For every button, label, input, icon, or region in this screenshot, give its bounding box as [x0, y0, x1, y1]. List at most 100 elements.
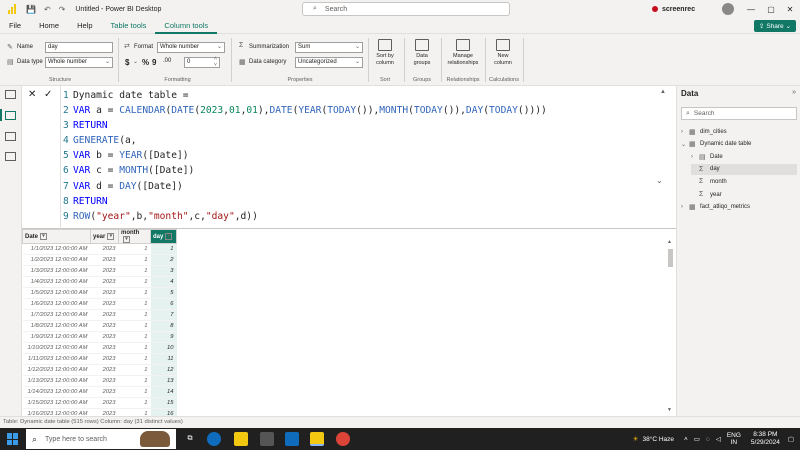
meet-icon[interactable]: ▭ — [694, 435, 700, 443]
table-cell[interactable]: 15 — [150, 397, 177, 410]
task-view-icon[interactable]: ⧉ — [183, 432, 197, 446]
table-cell[interactable]: 2023 — [90, 254, 119, 267]
table-row[interactable]: 1/10/2023 12:00:00 AM 2023 1 10 — [22, 342, 177, 355]
chevron-right-icon[interactable]: › — [691, 154, 699, 160]
table-cell[interactable]: 1 — [118, 342, 151, 355]
code-line[interactable]: 6 VAR c = MONTH([Date]) — [63, 163, 655, 178]
undo-icon[interactable]: ↶ — [44, 5, 51, 14]
table-cell[interactable]: 8 — [150, 320, 177, 333]
code-line[interactable]: 3 RETURN — [63, 118, 655, 133]
field-tree-item[interactable]: › ▦ dim_cities — [681, 126, 797, 137]
file-explorer-icon[interactable] — [234, 432, 248, 446]
table-cell[interactable]: 1 — [118, 353, 151, 366]
table-cell[interactable]: 1 — [118, 320, 151, 333]
report-view-icon[interactable] — [5, 90, 16, 99]
table-cell[interactable]: 1 — [118, 386, 151, 399]
table-cell[interactable]: 1 — [118, 287, 151, 300]
table-row[interactable]: 1/4/2023 12:00:00 AM 2023 1 4 — [22, 276, 177, 289]
table-cell[interactable]: 2023 — [90, 342, 119, 355]
table-cell[interactable]: 3 — [150, 265, 177, 278]
tab-help[interactable]: Help — [68, 18, 101, 34]
table-cell[interactable]: 1/15/2023 12:00:00 AM — [22, 397, 91, 410]
field-tree-item[interactable]: Σday — [691, 163, 797, 175]
table-cell[interactable]: 2023 — [90, 243, 119, 256]
clock[interactable]: 8:38 PM 5/29/2024 — [751, 431, 780, 447]
chevron-right-icon[interactable]: › — [681, 204, 689, 210]
table-cell[interactable]: 1 — [118, 265, 151, 278]
dax-editor[interactable]: 1 Dynamic date table = 2 VAR a = CALENDAR(D… — [63, 88, 655, 224]
model-view-icon[interactable] — [5, 132, 16, 141]
chevron-down-icon[interactable]: ˅ — [214, 62, 217, 68]
table-cell[interactable]: 1/6/2023 12:00:00 AM — [22, 298, 91, 311]
column-header-month[interactable]: month▾ — [118, 228, 151, 245]
chrome-icon[interactable] — [336, 432, 350, 446]
format-select[interactable]: Whole number ⌄ — [157, 42, 225, 53]
table-cell[interactable]: 2023 — [90, 375, 119, 388]
table-cell[interactable]: 11 — [150, 353, 177, 366]
table-cell[interactable]: 1/1/2023 12:00:00 AM — [22, 243, 91, 256]
table-row[interactable]: 1/15/2023 12:00:00 AM 2023 1 15 — [22, 397, 177, 410]
table-row[interactable]: 1/6/2023 12:00:00 AM 2023 1 6 — [22, 298, 177, 311]
table-cell[interactable]: 12 — [150, 364, 177, 377]
windows-start-button[interactable] — [7, 433, 19, 445]
tab-file[interactable]: File — [0, 18, 30, 34]
table-cell[interactable]: 2023 — [90, 397, 119, 410]
taskbar-search[interactable]: ⌕ Type here to search — [26, 429, 176, 449]
table-cell[interactable]: 1 — [118, 309, 151, 322]
edge-icon[interactable] — [207, 432, 221, 446]
table-cell[interactable]: 2023 — [90, 298, 119, 311]
comma-button[interactable]: 9 — [152, 58, 156, 67]
chevron-down-icon[interactable]: ▼ — [667, 407, 672, 413]
table-cell[interactable]: 2023 — [90, 364, 119, 377]
table-row[interactable]: 1/14/2023 12:00:00 AM 2023 1 14 — [22, 386, 177, 399]
filter-dropdown-icon[interactable]: ▾ — [165, 233, 173, 240]
table-cell[interactable]: 14 — [150, 386, 177, 399]
table-cell[interactable]: 1 — [118, 397, 151, 410]
table-cell[interactable]: 1 — [118, 375, 151, 388]
table-row[interactable]: 1/12/2023 12:00:00 AM 2023 1 12 — [22, 364, 177, 377]
data-pane-search[interactable]: ⌕ Search — [681, 107, 797, 120]
table-row[interactable]: 1/11/2023 12:00:00 AM 2023 1 11 — [22, 353, 177, 366]
check-icon[interactable]: ✓ — [44, 89, 52, 100]
code-line[interactable]: 2 VAR a = CALENDAR(DATE(2023,01,01),DATE(… — [63, 103, 655, 118]
table-cell[interactable]: 1/2/2023 12:00:00 AM — [22, 254, 91, 267]
table-cell[interactable]: 2023 — [90, 331, 119, 344]
summarization-select[interactable]: Sum ⌄ — [295, 42, 363, 53]
column-header-year[interactable]: year ▾ — [90, 228, 119, 245]
scrollbar-thumb[interactable] — [668, 249, 673, 267]
datatype-select[interactable]: Whole number ⌄ — [45, 57, 113, 68]
chevron-down-icon[interactable]: ⌄ — [681, 141, 689, 148]
table-cell[interactable]: 2023 — [90, 353, 119, 366]
code-line[interactable]: 5 VAR b = YEAR([Date]) — [63, 148, 655, 163]
table-cell[interactable]: 1 — [150, 243, 177, 256]
filter-dropdown-icon[interactable]: ▾ — [40, 233, 48, 240]
close-icon[interactable]: ✕ — [28, 89, 36, 100]
table-cell[interactable]: 6 — [150, 298, 177, 311]
chevron-up-icon[interactable]: ˄ — [684, 436, 688, 443]
mail-icon[interactable] — [285, 432, 299, 446]
vertical-scrollbar[interactable]: ▲ — [666, 239, 674, 414]
datacategory-select[interactable]: Uncategorized ⌄ — [295, 57, 363, 68]
table-cell[interactable]: 13 — [150, 375, 177, 388]
table-cell[interactable]: 1/14/2023 12:00:00 AM — [22, 386, 91, 399]
name-field[interactable]: day — [45, 42, 113, 53]
table-cell[interactable]: 2023 — [90, 309, 119, 322]
table-cell[interactable]: 2 — [150, 254, 177, 267]
save-icon[interactable]: 💾 — [26, 5, 36, 14]
volume-icon[interactable]: ◁ — [716, 435, 721, 443]
chevron-expand-icon[interactable]: ⌄ — [656, 176, 663, 185]
table-row[interactable]: 1/7/2023 12:00:00 AM 2023 1 7 — [22, 309, 177, 322]
table-cell[interactable]: 1/4/2023 12:00:00 AM — [22, 276, 91, 289]
language-indicator[interactable]: ENG IN — [727, 432, 741, 446]
field-tree-item[interactable]: Σyear — [691, 189, 797, 200]
code-line[interactable]: 9 ROW("year",b,"month",c,"day",d)) — [63, 209, 655, 224]
table-cell[interactable]: 2023 — [90, 386, 119, 399]
close-button[interactable]: ✕ — [780, 0, 800, 18]
table-row[interactable]: 1/13/2023 12:00:00 AM 2023 1 13 — [22, 375, 177, 388]
code-line[interactable]: 4 GENERATE(a, — [63, 133, 655, 148]
code-line[interactable]: 8 RETURN — [63, 194, 655, 209]
store-icon[interactable] — [260, 432, 274, 446]
maximize-button[interactable]: ▢ — [761, 0, 781, 18]
data-groups-button[interactable]: Data groups — [407, 39, 437, 66]
table-row[interactable]: 1/8/2023 12:00:00 AM 2023 1 8 — [22, 320, 177, 333]
